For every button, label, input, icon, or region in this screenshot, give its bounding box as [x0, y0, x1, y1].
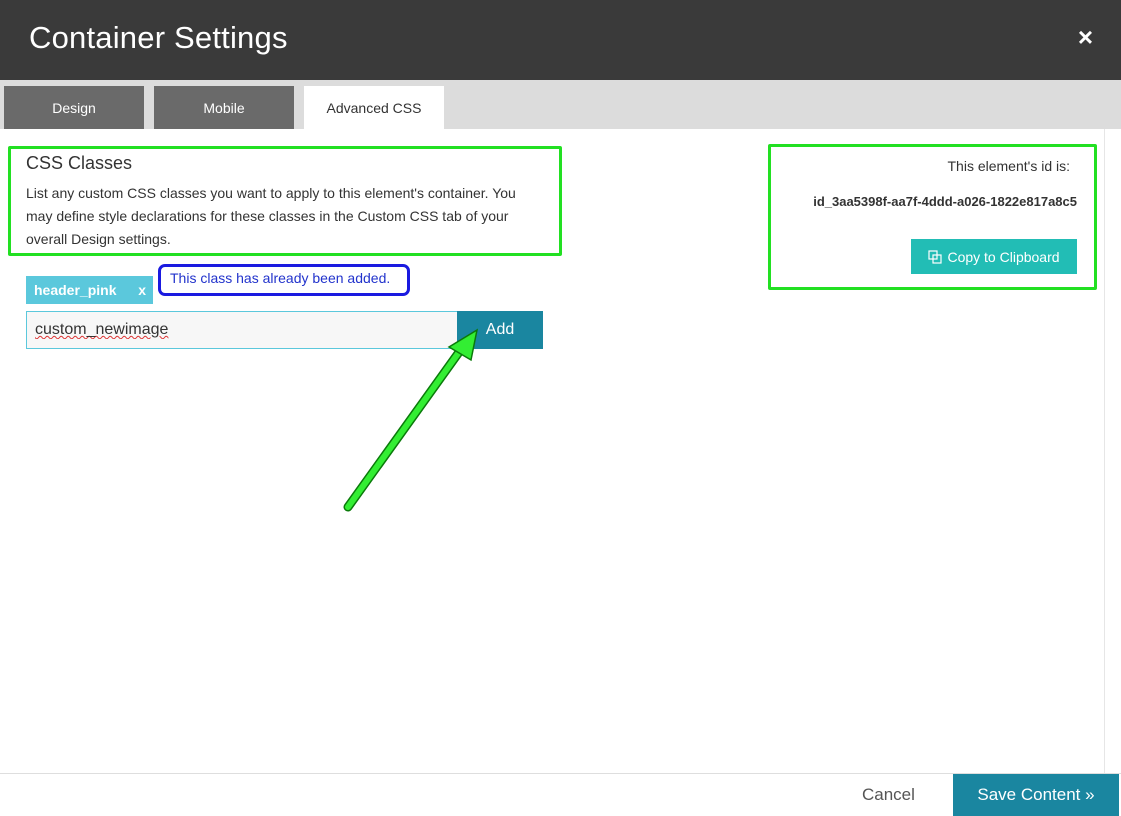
element-id-label: This element's id is:	[947, 158, 1071, 174]
tab-design[interactable]: Design	[4, 86, 144, 129]
remove-tag-button[interactable]: x	[138, 282, 146, 298]
close-icon[interactable]: ×	[1078, 22, 1093, 53]
scrollbar-track[interactable]	[1104, 129, 1105, 773]
cancel-button[interactable]: Cancel	[862, 785, 915, 805]
tab-advanced-css[interactable]: Advanced CSS	[304, 86, 444, 129]
element-id-value: id_3aa5398f-aa7f-4ddd-a026-1822e817a8c5	[813, 194, 1077, 209]
add-class-button[interactable]: Add	[457, 311, 543, 349]
css-classes-description: List any custom CSS classes you want to …	[26, 185, 516, 247]
copy-button-label: Copy to Clipboard	[947, 248, 1060, 265]
class-tag: header_pink x	[26, 276, 153, 304]
class-tag-label: header_pink	[34, 282, 117, 298]
css-classes-heading: CSS Classes	[26, 153, 133, 173]
css-class-input[interactable]	[26, 311, 458, 349]
copy-icon	[928, 249, 943, 264]
tab-mobile[interactable]: Mobile	[154, 86, 294, 129]
dialog-title: Container Settings	[29, 20, 288, 55]
duplicate-class-notice: This class has already been added.	[158, 264, 410, 296]
copy-to-clipboard-button[interactable]: Copy to Clipboard	[911, 239, 1077, 274]
save-content-button[interactable]: Save Content »	[953, 774, 1119, 816]
